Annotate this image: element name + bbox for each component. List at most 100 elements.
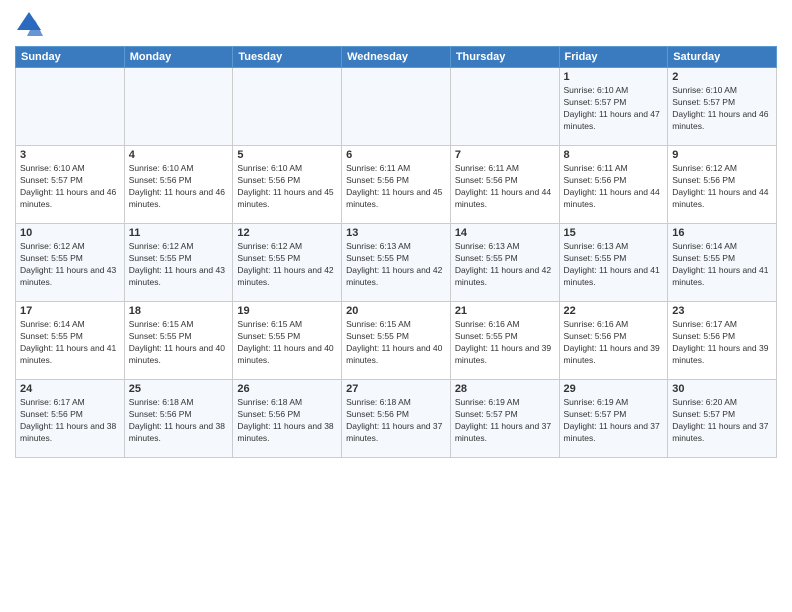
day-cell: 11 Sunrise: 6:12 AM Sunset: 5:55 PM Dayli… <box>124 224 233 302</box>
day-info: Sunrise: 6:14 AM Sunset: 5:55 PM Dayligh… <box>672 241 772 289</box>
day-info: Sunrise: 6:11 AM Sunset: 5:56 PM Dayligh… <box>564 163 664 211</box>
day-info: Sunrise: 6:11 AM Sunset: 5:56 PM Dayligh… <box>455 163 555 211</box>
day-number: 14 <box>455 227 555 239</box>
day-cell: 10 Sunrise: 6:12 AM Sunset: 5:55 PM Dayli… <box>16 224 125 302</box>
day-number: 18 <box>129 305 229 317</box>
day-number: 9 <box>672 149 772 161</box>
day-cell: 8 Sunrise: 6:11 AM Sunset: 5:56 PM Daylig… <box>559 146 668 224</box>
day-cell: 7Sunrise: 6:11 AM Sunset: 5:56 PM Daylig… <box>450 146 559 224</box>
day-info: Sunrise: 6:10 AM Sunset: 5:56 PM Dayligh… <box>237 163 337 211</box>
day-cell: 24Sunrise: 6:17 AM Sunset: 5:56 PM Dayli… <box>16 380 125 458</box>
day-cell: 3Sunrise: 6:10 AM Sunset: 5:57 PM Daylig… <box>16 146 125 224</box>
day-info: Sunrise: 6:13 AM Sunset: 5:55 PM Dayligh… <box>346 241 446 289</box>
day-cell: 28 Sunrise: 6:19 AM Sunset: 5:57 PM Dayli… <box>450 380 559 458</box>
day-number: 5 <box>237 149 337 161</box>
day-cell: 27 Sunrise: 6:18 AM Sunset: 5:56 PM Dayli… <box>342 380 451 458</box>
day-cell <box>450 68 559 146</box>
day-number: 10 <box>20 227 120 239</box>
day-cell: 19 Sunrise: 6:15 AM Sunset: 5:55 PM Dayli… <box>233 302 342 380</box>
day-cell: 29 Sunrise: 6:19 AM Sunset: 5:57 PM Dayli… <box>559 380 668 458</box>
day-number: 8 <box>564 149 664 161</box>
day-info: Sunrise: 6:18 AM Sunset: 5:56 PM Dayligh… <box>129 397 229 445</box>
day-info: Sunrise: 6:10 AM Sunset: 5:57 PM Dayligh… <box>20 163 120 211</box>
header-cell-tuesday: Tuesday <box>233 47 342 68</box>
day-number: 26 <box>237 383 337 395</box>
day-number: 30 <box>672 383 772 395</box>
day-number: 12 <box>237 227 337 239</box>
day-info: Sunrise: 6:20 AM Sunset: 5:57 PM Dayligh… <box>672 397 772 445</box>
day-cell: 1 Sunrise: 6:10 AM Sunset: 5:57 PM Daylig… <box>559 68 668 146</box>
header-cell-friday: Friday <box>559 47 668 68</box>
day-number: 23 <box>672 305 772 317</box>
day-cell <box>16 68 125 146</box>
day-cell: 21Sunrise: 6:16 AM Sunset: 5:55 PM Dayli… <box>450 302 559 380</box>
week-row-3: 17 Sunrise: 6:14 AM Sunset: 5:55 PM Dayli… <box>16 302 777 380</box>
day-info: Sunrise: 6:15 AM Sunset: 5:55 PM Dayligh… <box>237 319 337 367</box>
day-cell: 17 Sunrise: 6:14 AM Sunset: 5:55 PM Dayli… <box>16 302 125 380</box>
day-number: 4 <box>129 149 229 161</box>
day-number: 28 <box>455 383 555 395</box>
day-info: Sunrise: 6:12 AM Sunset: 5:55 PM Dayligh… <box>237 241 337 289</box>
day-number: 6 <box>346 149 446 161</box>
day-number: 17 <box>20 305 120 317</box>
day-info: Sunrise: 6:18 AM Sunset: 5:56 PM Dayligh… <box>346 397 446 445</box>
day-info: Sunrise: 6:19 AM Sunset: 5:57 PM Dayligh… <box>564 397 664 445</box>
day-number: 2 <box>672 71 772 83</box>
day-cell: 9 Sunrise: 6:12 AM Sunset: 5:56 PM Daylig… <box>668 146 777 224</box>
logo-icon <box>15 10 43 38</box>
logo <box>15 10 47 38</box>
calendar: SundayMondayTuesdayWednesdayThursdayFrid… <box>15 46 777 458</box>
week-row-2: 10 Sunrise: 6:12 AM Sunset: 5:55 PM Dayli… <box>16 224 777 302</box>
day-number: 29 <box>564 383 664 395</box>
calendar-body: 1 Sunrise: 6:10 AM Sunset: 5:57 PM Daylig… <box>16 68 777 458</box>
day-info: Sunrise: 6:19 AM Sunset: 5:57 PM Dayligh… <box>455 397 555 445</box>
day-cell: 26 Sunrise: 6:18 AM Sunset: 5:56 PM Dayli… <box>233 380 342 458</box>
day-info: Sunrise: 6:12 AM Sunset: 5:55 PM Dayligh… <box>20 241 120 289</box>
day-number: 21 <box>455 305 555 317</box>
day-cell: 18 Sunrise: 6:15 AM Sunset: 5:55 PM Dayli… <box>124 302 233 380</box>
day-cell: 2 Sunrise: 6:10 AM Sunset: 5:57 PM Daylig… <box>668 68 777 146</box>
day-number: 25 <box>129 383 229 395</box>
day-number: 19 <box>237 305 337 317</box>
week-row-0: 1 Sunrise: 6:10 AM Sunset: 5:57 PM Daylig… <box>16 68 777 146</box>
day-cell <box>124 68 233 146</box>
day-cell: 20 Sunrise: 6:15 AM Sunset: 5:55 PM Dayli… <box>342 302 451 380</box>
day-info: Sunrise: 6:13 AM Sunset: 5:55 PM Dayligh… <box>455 241 555 289</box>
day-info: Sunrise: 6:18 AM Sunset: 5:56 PM Dayligh… <box>237 397 337 445</box>
day-info: Sunrise: 6:12 AM Sunset: 5:56 PM Dayligh… <box>672 163 772 211</box>
day-info: Sunrise: 6:10 AM Sunset: 5:57 PM Dayligh… <box>672 85 772 133</box>
day-cell: 14 Sunrise: 6:13 AM Sunset: 5:55 PM Dayli… <box>450 224 559 302</box>
day-info: Sunrise: 6:16 AM Sunset: 5:56 PM Dayligh… <box>564 319 664 367</box>
day-info: Sunrise: 6:15 AM Sunset: 5:55 PM Dayligh… <box>346 319 446 367</box>
day-number: 27 <box>346 383 446 395</box>
day-number: 1 <box>564 71 664 83</box>
header-cell-thursday: Thursday <box>450 47 559 68</box>
header-cell-wednesday: Wednesday <box>342 47 451 68</box>
day-cell: 25 Sunrise: 6:18 AM Sunset: 5:56 PM Dayli… <box>124 380 233 458</box>
day-cell: 12 Sunrise: 6:12 AM Sunset: 5:55 PM Dayli… <box>233 224 342 302</box>
day-cell: 15 Sunrise: 6:13 AM Sunset: 5:55 PM Dayli… <box>559 224 668 302</box>
day-number: 16 <box>672 227 772 239</box>
day-cell: 23Sunrise: 6:17 AM Sunset: 5:56 PM Dayli… <box>668 302 777 380</box>
day-cell <box>342 68 451 146</box>
day-cell: 30 Sunrise: 6:20 AM Sunset: 5:57 PM Dayli… <box>668 380 777 458</box>
day-info: Sunrise: 6:14 AM Sunset: 5:55 PM Dayligh… <box>20 319 120 367</box>
day-info: Sunrise: 6:15 AM Sunset: 5:55 PM Dayligh… <box>129 319 229 367</box>
header-cell-saturday: Saturday <box>668 47 777 68</box>
day-cell: 6 Sunrise: 6:11 AM Sunset: 5:56 PM Daylig… <box>342 146 451 224</box>
day-info: Sunrise: 6:12 AM Sunset: 5:55 PM Dayligh… <box>129 241 229 289</box>
day-info: Sunrise: 6:13 AM Sunset: 5:55 PM Dayligh… <box>564 241 664 289</box>
day-cell <box>233 68 342 146</box>
day-cell: 4Sunrise: 6:10 AM Sunset: 5:56 PM Daylig… <box>124 146 233 224</box>
day-info: Sunrise: 6:11 AM Sunset: 5:56 PM Dayligh… <box>346 163 446 211</box>
page: SundayMondayTuesdayWednesdayThursdayFrid… <box>0 0 792 612</box>
day-info: Sunrise: 6:17 AM Sunset: 5:56 PM Dayligh… <box>20 397 120 445</box>
day-cell: 22Sunrise: 6:16 AM Sunset: 5:56 PM Dayli… <box>559 302 668 380</box>
day-number: 15 <box>564 227 664 239</box>
day-number: 20 <box>346 305 446 317</box>
day-number: 11 <box>129 227 229 239</box>
week-row-4: 24Sunrise: 6:17 AM Sunset: 5:56 PM Dayli… <box>16 380 777 458</box>
day-cell: 13 Sunrise: 6:13 AM Sunset: 5:55 PM Dayli… <box>342 224 451 302</box>
day-info: Sunrise: 6:10 AM Sunset: 5:57 PM Dayligh… <box>564 85 664 133</box>
day-number: 13 <box>346 227 446 239</box>
